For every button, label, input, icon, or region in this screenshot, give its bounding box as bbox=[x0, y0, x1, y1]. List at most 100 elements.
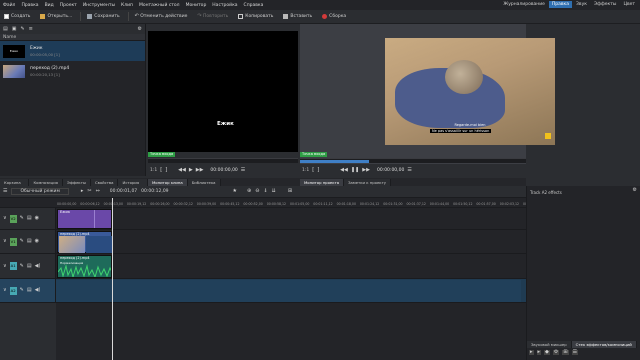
audio-clip[interactable]: переход (2).mp4 Нормализация bbox=[57, 255, 112, 278]
set-in-icon[interactable]: [ bbox=[160, 167, 162, 173]
collapse-icon[interactable]: ∨ bbox=[3, 288, 7, 293]
spacer-tool-icon[interactable]: ⇔ bbox=[96, 189, 100, 194]
collapse-icon[interactable]: ∨ bbox=[3, 239, 7, 244]
tab-clip-monitor[interactable]: Монитор клипа bbox=[148, 179, 188, 186]
lock-icon[interactable]: ✎ bbox=[20, 216, 24, 221]
bin-column-header[interactable]: Name bbox=[0, 34, 145, 41]
add-clip-icon[interactable]: ▤ bbox=[3, 26, 8, 32]
menu-timeline[interactable]: Монтажный стол bbox=[136, 3, 183, 8]
speaker-icon[interactable]: ◀) bbox=[35, 288, 41, 293]
tab-project-notes[interactable]: Заметки к проекту bbox=[344, 179, 392, 186]
settings-icon[interactable]: ⚙ bbox=[633, 188, 637, 193]
menu-icon[interactable]: ☰ bbox=[241, 167, 245, 173]
open-button[interactable]: Открыть... bbox=[36, 14, 76, 19]
tab-compositions[interactable]: Композиция bbox=[29, 179, 63, 186]
select-tool-icon[interactable]: ▸ bbox=[81, 189, 84, 194]
timeline-position[interactable]: 00:00:01,07 bbox=[110, 189, 137, 194]
zoom-select[interactable]: 1:1 bbox=[302, 168, 309, 173]
project-timecode[interactable]: 00:00:00,00 bbox=[377, 168, 404, 173]
clip-timecode[interactable]: 00:00:00,00 bbox=[210, 168, 237, 173]
snap-icon[interactable]: ⊞ bbox=[288, 189, 292, 194]
project-zone-bar[interactable] bbox=[300, 160, 369, 163]
zoom-fit-icon[interactable]: ⊕ bbox=[247, 189, 251, 194]
tab-clip-properties[interactable]: Свойства к... bbox=[90, 179, 119, 192]
eye-icon[interactable]: ◉ bbox=[35, 216, 39, 221]
workspace-effects[interactable]: Эффекты bbox=[591, 1, 620, 8]
undo-button[interactable]: ↶ Отменить действие bbox=[131, 14, 192, 20]
filter-icon[interactable]: ⚙ bbox=[138, 26, 142, 32]
forward-icon[interactable]: ▶▶ bbox=[362, 167, 370, 173]
view-icon[interactable]: ≡ bbox=[29, 26, 33, 32]
workspace-logging[interactable]: Журналирование bbox=[500, 1, 548, 8]
workspace-color[interactable]: Цвет bbox=[620, 1, 638, 8]
tab-project-bin[interactable]: Корзина про... bbox=[0, 179, 30, 192]
tab-effects[interactable]: Эффекты bbox=[62, 179, 91, 186]
video-clip[interactable]: переход (2).mp4 bbox=[57, 231, 112, 253]
title-clip[interactable]: Ежик bbox=[57, 209, 112, 229]
render-button[interactable]: Сборка bbox=[318, 14, 350, 19]
menu-icon[interactable]: ☰ bbox=[407, 167, 411, 173]
hide-icon[interactable]: ▤ bbox=[27, 216, 32, 221]
footer-icon[interactable]: ◆ bbox=[544, 350, 550, 355]
clip-monitor-ruler[interactable] bbox=[148, 158, 298, 163]
pause-icon[interactable]: ❚❚ bbox=[351, 167, 359, 173]
tab-effect-stack[interactable]: Стек эффектов/композиций bbox=[571, 341, 637, 348]
redo-button[interactable]: ↷ Повторить bbox=[193, 14, 232, 20]
insert-icon[interactable]: ⇊ bbox=[272, 189, 276, 194]
razor-tool-icon[interactable]: ✂ bbox=[87, 189, 91, 194]
menu-tools[interactable]: Инструменты bbox=[80, 3, 118, 8]
track-menu-icon[interactable]: ☰ bbox=[3, 189, 7, 194]
footer-icon[interactable]: ▸ bbox=[536, 350, 542, 355]
bin-item[interactable]: переход (2).mp4 00:00:20,13 [1] bbox=[0, 61, 145, 81]
workspace-editing[interactable]: Правка bbox=[548, 1, 573, 8]
hide-icon[interactable]: ▤ bbox=[27, 288, 32, 293]
eye-icon[interactable]: ◉ bbox=[35, 239, 39, 244]
timeline-ruler[interactable]: 00:00:00,00 00:00:06,12 00:00:13,00 00:00:1… bbox=[0, 198, 542, 208]
edit-icon[interactable]: ✎ bbox=[20, 26, 24, 32]
footer-icon[interactable]: ☰ bbox=[571, 350, 579, 355]
set-out-icon[interactable]: ] bbox=[317, 167, 319, 173]
track-a2-body[interactable] bbox=[56, 280, 521, 302]
tab-audio-mixer[interactable]: Звуковой микшер bbox=[527, 341, 572, 348]
timeline-playhead[interactable] bbox=[112, 198, 113, 360]
menu-project[interactable]: Проект bbox=[57, 3, 80, 8]
folder-icon[interactable]: ▣ bbox=[12, 26, 17, 32]
menu-settings[interactable]: Настройка bbox=[209, 3, 240, 8]
zoom-select[interactable]: 1:1 bbox=[150, 168, 157, 173]
collapse-icon[interactable]: ∨ bbox=[3, 216, 7, 221]
rewind-icon[interactable]: ◀◀ bbox=[340, 167, 348, 173]
copy-button[interactable]: Копировать bbox=[234, 14, 277, 19]
create-button[interactable]: Создать bbox=[0, 14, 34, 19]
paste-button[interactable]: Вставить bbox=[279, 14, 316, 19]
lock-icon[interactable]: ✎ bbox=[20, 263, 24, 269]
tab-project-monitor[interactable]: Монитор проекта bbox=[300, 179, 345, 186]
menu-clip[interactable]: Клип bbox=[118, 3, 136, 8]
save-button[interactable]: Сохранить bbox=[83, 14, 123, 19]
lock-icon[interactable]: ✎ bbox=[20, 239, 24, 244]
tab-library[interactable]: Библиотека bbox=[187, 179, 221, 186]
set-out-icon[interactable]: ] bbox=[165, 167, 167, 173]
project-monitor-view[interactable]: Regarde-moi bien Ne pas s'assaillir sur … bbox=[385, 38, 555, 145]
menu-monitor[interactable]: Монитор bbox=[183, 3, 210, 8]
play-icon[interactable]: ▶ bbox=[189, 167, 193, 173]
menu-file[interactable]: Файл bbox=[0, 3, 18, 8]
workspace-audio[interactable]: Звук bbox=[573, 1, 590, 8]
forward-icon[interactable]: ▶▶ bbox=[196, 167, 204, 173]
footer-icon[interactable]: ▸ bbox=[529, 350, 534, 355]
overwrite-icon[interactable]: ⇓ bbox=[263, 189, 267, 194]
edit-mode-select[interactable]: Обычный режим bbox=[11, 188, 69, 195]
menu-view[interactable]: Вид bbox=[42, 3, 57, 8]
tab-history[interactable]: История дей... bbox=[118, 179, 148, 192]
footer-icon[interactable]: ⊞ bbox=[562, 350, 569, 355]
collapse-icon[interactable]: ∨ bbox=[3, 263, 7, 269]
rewind-icon[interactable]: ◀◀ bbox=[178, 167, 186, 173]
menu-help[interactable]: Справка bbox=[241, 3, 267, 8]
menu-edit[interactable]: Правка bbox=[18, 3, 41, 8]
speaker-icon[interactable]: ◀) bbox=[35, 263, 41, 269]
keyframe-icon[interactable]: ★ bbox=[233, 189, 237, 194]
lock-icon[interactable]: ✎ bbox=[20, 288, 24, 293]
set-in-icon[interactable]: [ bbox=[312, 167, 314, 173]
clip-monitor-view[interactable]: Ежик bbox=[148, 31, 298, 152]
lift-icon[interactable]: ⊖ bbox=[255, 189, 259, 194]
bin-item[interactable]: Ежик Ежик 00:00:05,00 [1] bbox=[0, 41, 145, 61]
